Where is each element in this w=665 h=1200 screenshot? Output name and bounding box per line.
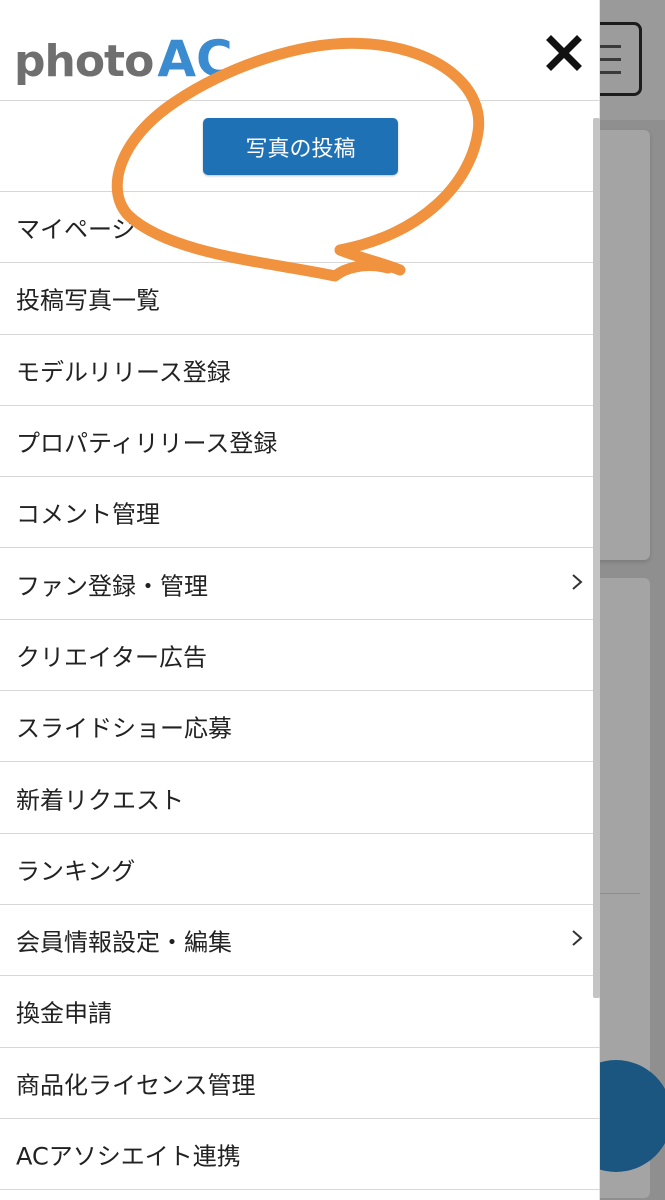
chevron-right-icon xyxy=(572,930,583,946)
menu-item-label: 新着リクエスト xyxy=(16,786,184,815)
menu-item-label: マイページ xyxy=(16,215,136,244)
drawer-header: photo AC xyxy=(0,0,600,101)
menu-item[interactable]: ファン登録・管理 xyxy=(0,548,600,620)
menu-item[interactable]: マイページ xyxy=(0,192,600,264)
background-divider xyxy=(600,893,640,894)
drawer-menu: マイページ投稿写真一覧モデルリリース登録プロパティリリース登録 コメント管理ファン… xyxy=(0,192,600,1191)
menu-item[interactable]: ランキング xyxy=(0,834,600,905)
menu-item-label: 投稿写真一覧 xyxy=(16,286,160,315)
menu-item[interactable]: クリエイター広告 xyxy=(0,620,600,692)
menu-item-label: スライドショー応募 xyxy=(16,714,232,743)
menu-item-label: プロパティリリース登録 xyxy=(16,429,278,458)
menu-item-label: モデルリリース登録 xyxy=(16,358,231,387)
menu-item[interactable]: 会員情報設定・編集 xyxy=(0,905,600,977)
navigation-drawer: photo AC 写真の投稿 マイページ投稿写真一覧モデルリリース登録プロパティ… xyxy=(0,0,600,1200)
menu-item[interactable]: モデルリリース登録 xyxy=(0,335,600,406)
post-photo-row: 写真の投稿 xyxy=(0,101,600,192)
menu-item-label: ACアソシエイト連携 xyxy=(16,1142,241,1171)
logo-photo-text: photo xyxy=(14,36,154,87)
close-icon[interactable] xyxy=(544,33,584,73)
menu-item-label: コメント管理 xyxy=(16,500,160,529)
photoac-logo[interactable]: photo AC xyxy=(14,24,233,84)
menu-item[interactable]: コメント管理 xyxy=(0,477,600,549)
menu-item-label: 会員情報設定・編集 xyxy=(16,928,232,957)
menu-item[interactable]: 新着リクエスト xyxy=(0,762,600,834)
logo-ac-text: AC xyxy=(157,30,233,88)
menu-item[interactable]: 投稿写真一覧 xyxy=(0,263,600,335)
chevron-right-icon xyxy=(572,573,583,590)
menu-item[interactable]: プロパティリリース登録 xyxy=(0,406,600,478)
menu-item-label: ファン登録・管理 xyxy=(16,572,208,601)
menu-item-label: クリエイター広告 xyxy=(16,643,208,672)
menu-item[interactable]: ACアソシエイト連携 xyxy=(0,1119,600,1191)
menu-item[interactable]: 商品化ライセンス管理 xyxy=(0,1048,600,1119)
menu-item[interactable]: スライドショー応募 xyxy=(0,691,600,763)
menu-item-label: ランキング xyxy=(16,857,136,886)
menu-item-label: 商品化ライセンス管理 xyxy=(16,1071,256,1100)
menu-item-label: 換金申請 xyxy=(16,999,112,1028)
menu-item[interactable]: 換金申請 xyxy=(0,976,600,1048)
scrollbar[interactable] xyxy=(593,118,600,998)
post-photo-button[interactable]: 写真の投稿 xyxy=(203,118,398,175)
